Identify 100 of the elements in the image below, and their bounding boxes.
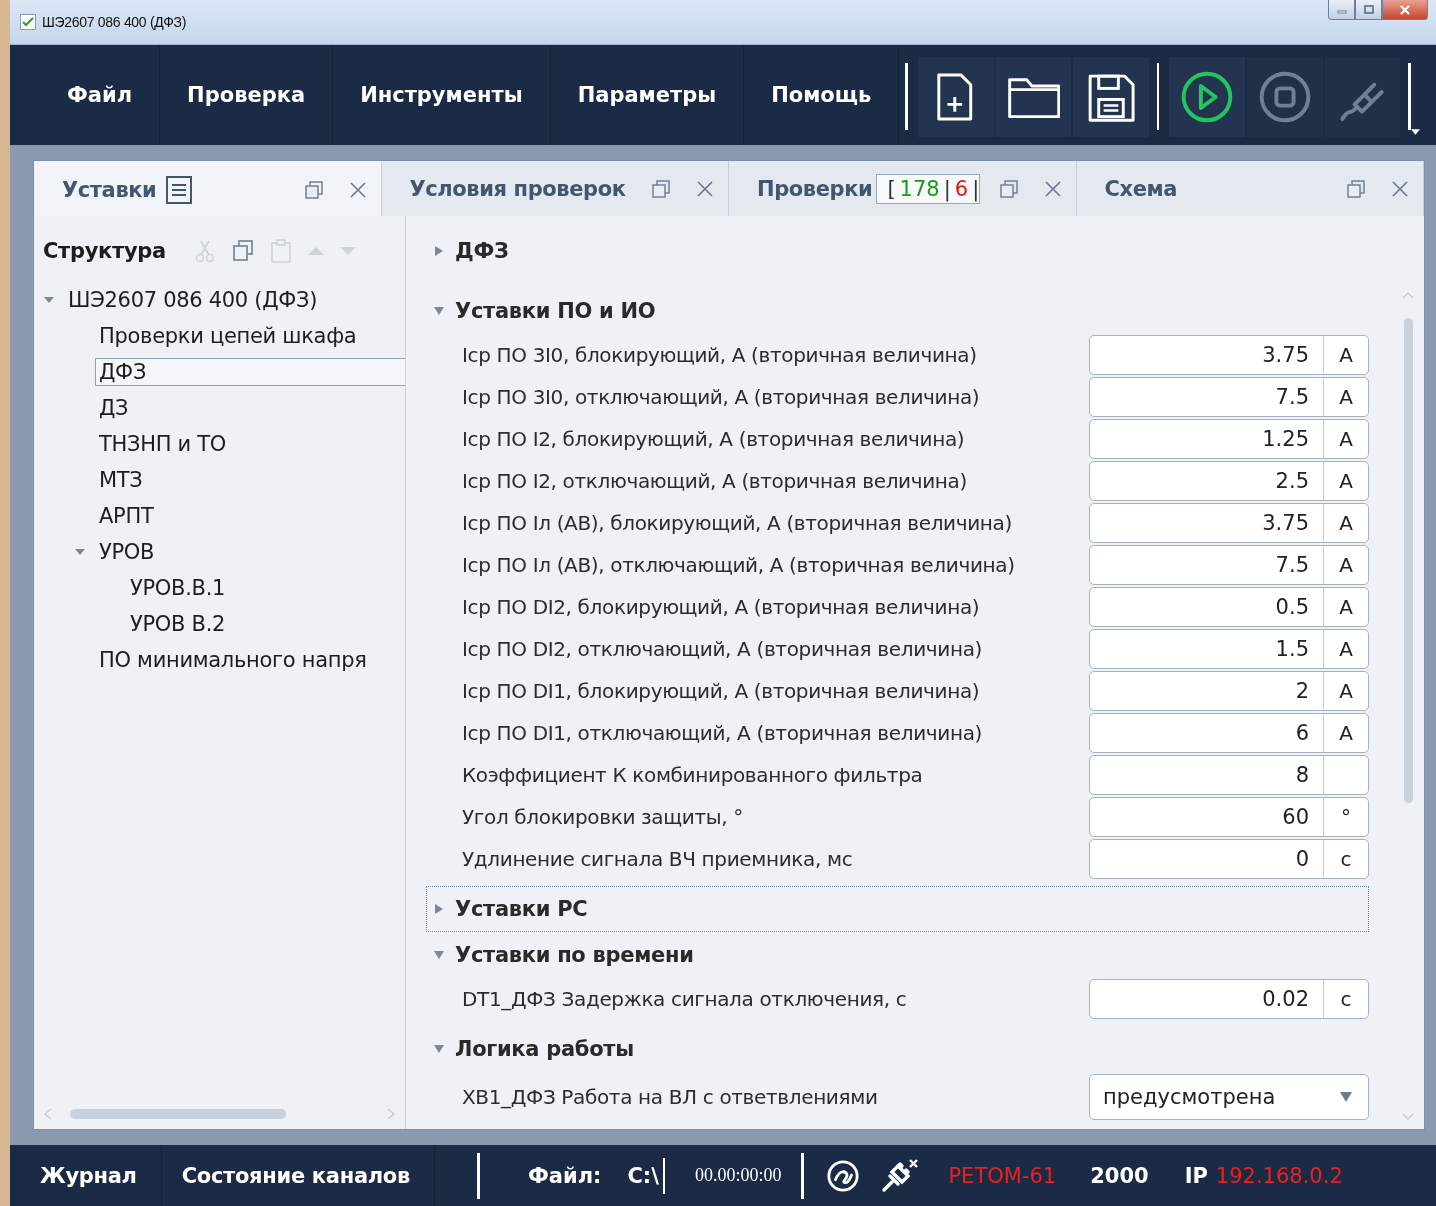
setting-label: Iср ПО DI1, блокирующий, А (вторичная величина) — [461, 679, 981, 703]
close-icon — [1399, 4, 1411, 15]
setting-label: Iср ПО 3I0, отключающий, А (вторичная величина) — [461, 385, 981, 409]
menu-item[interactable]: Инструменты — [333, 45, 551, 145]
setting-label: DT1_ДФЗ Задержка сигнала отключения, с — [461, 987, 908, 1011]
setting-label: Iср ПО Iл (АВ), блокирующий, А (вторичная величина) — [461, 511, 1013, 535]
tree-item[interactable]: УРОВ — [95, 538, 405, 566]
status-tab[interactable]: Журнал — [20, 1145, 162, 1206]
float-window-icon[interactable] — [1347, 179, 1365, 198]
value-field[interactable]: 1.5 А — [1089, 629, 1369, 669]
timer: 00.00:00:00 — [694, 1165, 782, 1186]
setting-label: Угол блокировки защиты, ° — [461, 805, 744, 829]
tab-label: Проверки — [757, 176, 873, 201]
pane-title: Структура — [43, 239, 166, 263]
tree-item[interactable]: ТНЗНП и ТО — [95, 430, 405, 458]
tree-item[interactable]: Проверки цепей шкафа — [95, 322, 405, 350]
value-field[interactable]: 0.5 А — [1089, 587, 1369, 627]
value-field[interactable]: 3.75 А — [1089, 335, 1369, 375]
section-header[interactable]: ДФЗ — [426, 228, 1369, 274]
tree-item[interactable]: МТЗ — [95, 466, 405, 494]
scrollbar-thumb[interactable] — [70, 1109, 286, 1119]
minimize-button[interactable] — [1328, 0, 1355, 20]
save-button[interactable] — [1073, 57, 1149, 137]
result-counter: [ 178 | 6 | — [876, 173, 981, 204]
tree-item[interactable]: ДФЗ — [95, 358, 405, 386]
value-field[interactable]: 1.25 А — [1089, 419, 1369, 459]
tree-item[interactable]: ПО минимального напря — [95, 646, 405, 674]
setting-label: Iср ПО DI2, блокирующий, А (вторичная величина) — [461, 595, 981, 619]
float-window-icon[interactable] — [999, 179, 1018, 198]
close-icon[interactable] — [1043, 179, 1062, 198]
section-header[interactable]: Уставки по времени — [426, 932, 1369, 978]
dropdown[interactable]: предусмотрена — [1089, 1074, 1369, 1120]
setting-label: XB1_ДФЗ Работа на ВЛ с ответвлениями — [461, 1085, 879, 1109]
value-field[interactable]: 8 — [1089, 755, 1369, 795]
tree-item[interactable]: ДЗ — [95, 394, 405, 422]
stop-icon — [1257, 70, 1312, 124]
maximize-icon — [1362, 4, 1375, 15]
clipboard-icon — [269, 239, 292, 263]
tree-item[interactable]: УРОВ.В.1 — [126, 574, 405, 602]
menu-item[interactable]: Параметры — [550, 45, 745, 145]
float-window-icon[interactable] — [652, 179, 670, 198]
menu-item[interactable]: Проверка — [160, 45, 334, 145]
close-icon[interactable] — [1391, 179, 1409, 198]
expand-arrow-icon[interactable] — [433, 903, 445, 915]
checkbox[interactable] — [20, 14, 36, 30]
setting-label: Коэффициент К комбинированного фильтра — [461, 763, 924, 787]
close-button[interactable] — [1382, 0, 1428, 20]
value-field[interactable]: 6 А — [1089, 713, 1369, 753]
setting-label: Iср ПО Iл (АВ), отключающий, А (вторичная величина) — [461, 553, 1016, 577]
scrollbar-thumb[interactable] — [1404, 318, 1413, 803]
tab-label: Схема — [1104, 176, 1178, 201]
menu-item[interactable]: Файл — [40, 45, 161, 145]
window-title: ШЭ2607 086 400 (ДФЗ) — [42, 14, 187, 30]
value-field[interactable]: 2 А — [1089, 671, 1369, 711]
status-tab[interactable]: Состояние каналов — [161, 1145, 435, 1206]
tree-item[interactable]: УРОВ В.2 — [126, 610, 405, 638]
file-path: C:\ — [627, 1157, 665, 1194]
value-field[interactable]: 7.5 А — [1089, 545, 1369, 585]
close-icon[interactable] — [348, 181, 367, 199]
value-field[interactable]: 0.02 с — [1089, 979, 1369, 1019]
expand-arrow-icon[interactable] — [433, 1043, 445, 1055]
setting-label: Удлинение сигнала ВЧ приемника, мс — [461, 847, 854, 871]
setting-label: Iср ПО DI1, отключающий, А (вторичная величина) — [461, 721, 983, 745]
panel-tab[interactable]: Уставки — [34, 161, 382, 216]
section-header[interactable]: Уставки ПО и ИО — [426, 288, 1369, 334]
device-name: РЕТОМ-61 — [948, 1163, 1057, 1188]
setting-label: Iср ПО DI2, отключающий, А (вторичная величина) — [461, 637, 983, 661]
dropdown-caret-icon — [1340, 1092, 1352, 1102]
expand-arrow-icon[interactable] — [433, 245, 445, 257]
close-icon[interactable] — [696, 179, 714, 198]
disconnected-plug-icon — [880, 1157, 921, 1194]
section-header[interactable]: Уставки РС — [426, 886, 1369, 932]
float-window-icon[interactable] — [304, 181, 323, 199]
list-icon[interactable] — [166, 176, 193, 204]
down-arrow-icon — [339, 247, 356, 255]
start-button[interactable] — [1169, 57, 1246, 137]
expand-arrow-icon[interactable] — [433, 305, 445, 317]
panel-tab[interactable]: Схема — [1076, 161, 1424, 216]
panel-tab[interactable]: Проверки [ 178 | 6 | — [729, 161, 1077, 216]
file-label: Файл: — [527, 1163, 602, 1188]
play-icon — [1180, 70, 1235, 124]
open-button[interactable] — [995, 57, 1072, 137]
value-field[interactable]: 2.5 А — [1089, 461, 1369, 501]
tree-item[interactable]: АРПТ — [95, 502, 405, 530]
value-field[interactable]: 0 с — [1089, 839, 1369, 879]
setting-label: Iср ПО I2, отключающий, А (вторичная величина) — [461, 469, 968, 493]
value-field[interactable]: 60 ° — [1089, 797, 1369, 837]
tree-item[interactable]: ШЭ2607 086 400 (ДФЗ) — [64, 286, 405, 314]
section-header[interactable]: Логика работы — [426, 1026, 1369, 1072]
value-field[interactable]: 3.75 А — [1089, 503, 1369, 543]
menu-item[interactable]: Помощь — [744, 45, 900, 145]
tab-label: Уставки — [62, 178, 157, 202]
tab-label: Условия проверок — [409, 176, 626, 201]
panel-tab[interactable]: Условия проверок — [381, 161, 729, 216]
new-file-button[interactable] — [918, 57, 994, 137]
maximize-button[interactable] — [1355, 0, 1382, 20]
value-field[interactable]: 7.5 А — [1089, 377, 1369, 417]
scissors-icon — [193, 239, 216, 263]
expand-arrow-icon[interactable] — [433, 949, 445, 961]
copy-button[interactable] — [231, 239, 254, 263]
